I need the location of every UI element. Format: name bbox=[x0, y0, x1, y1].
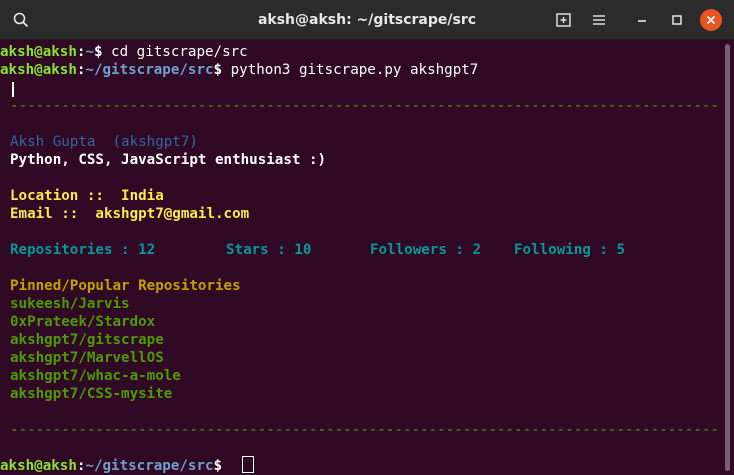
new-tab-icon[interactable] bbox=[555, 11, 573, 29]
command-line-python: aksh@aksh:~/gitscrape/src$ python3 gitsc… bbox=[0, 62, 479, 78]
stat-followers: Followers : 2 bbox=[370, 242, 482, 258]
stat-following: Following : 5 bbox=[514, 242, 626, 258]
pinned-repos-header: Pinned/Popular Repositories bbox=[10, 278, 241, 294]
profile-location: Location :: India bbox=[10, 188, 164, 204]
command-line-cd: aksh@aksh:~$ cd gitscrape/src bbox=[0, 44, 248, 60]
window-title: aksh@aksh: ~/gitscrape/src bbox=[257, 12, 477, 28]
scrollbar-thumb[interactable] bbox=[725, 44, 730, 471]
stat-stars: Stars : 10 bbox=[226, 242, 312, 258]
block-cursor bbox=[242, 456, 254, 473]
terminal-output[interactable]: aksh@aksh:~$ cd gitscrape/src aksh@aksh:… bbox=[0, 40, 720, 475]
menu-icon[interactable] bbox=[590, 11, 608, 29]
separator-top: ----------------------------------------… bbox=[10, 98, 720, 114]
repo-list-item: sukeesh/Jarvis bbox=[10, 296, 130, 312]
profile-email: Email :: akshgpt7@gmail.com bbox=[10, 206, 250, 222]
stat-repositories: Repositories : 12 bbox=[10, 242, 156, 258]
minimize-icon[interactable] bbox=[633, 11, 651, 29]
title-bar: aksh@aksh: ~/gitscrape/src bbox=[0, 0, 734, 40]
text-cursor bbox=[12, 82, 14, 97]
repo-list-item: akshgpt7/gitscrape bbox=[10, 332, 164, 348]
repo-list-item: 0xPrateek/Stardox bbox=[10, 314, 156, 330]
repo-list-item: akshgpt7/whac-a-mole bbox=[10, 368, 181, 384]
close-icon[interactable] bbox=[700, 9, 722, 31]
command-line-prompt: aksh@aksh:~/gitscrape/src$ bbox=[0, 458, 223, 474]
separator-bottom: ----------------------------------------… bbox=[10, 422, 720, 438]
repo-list-item: akshgpt7/MarvellOS bbox=[10, 350, 164, 366]
repo-list-item: akshgpt7/CSS-mysite bbox=[10, 386, 173, 402]
maximize-icon[interactable] bbox=[668, 11, 686, 29]
profile-name: Aksh Gupta (akshgpt7) bbox=[10, 134, 198, 150]
profile-bio: Python, CSS, JavaScript enthusiast :) bbox=[10, 152, 327, 168]
